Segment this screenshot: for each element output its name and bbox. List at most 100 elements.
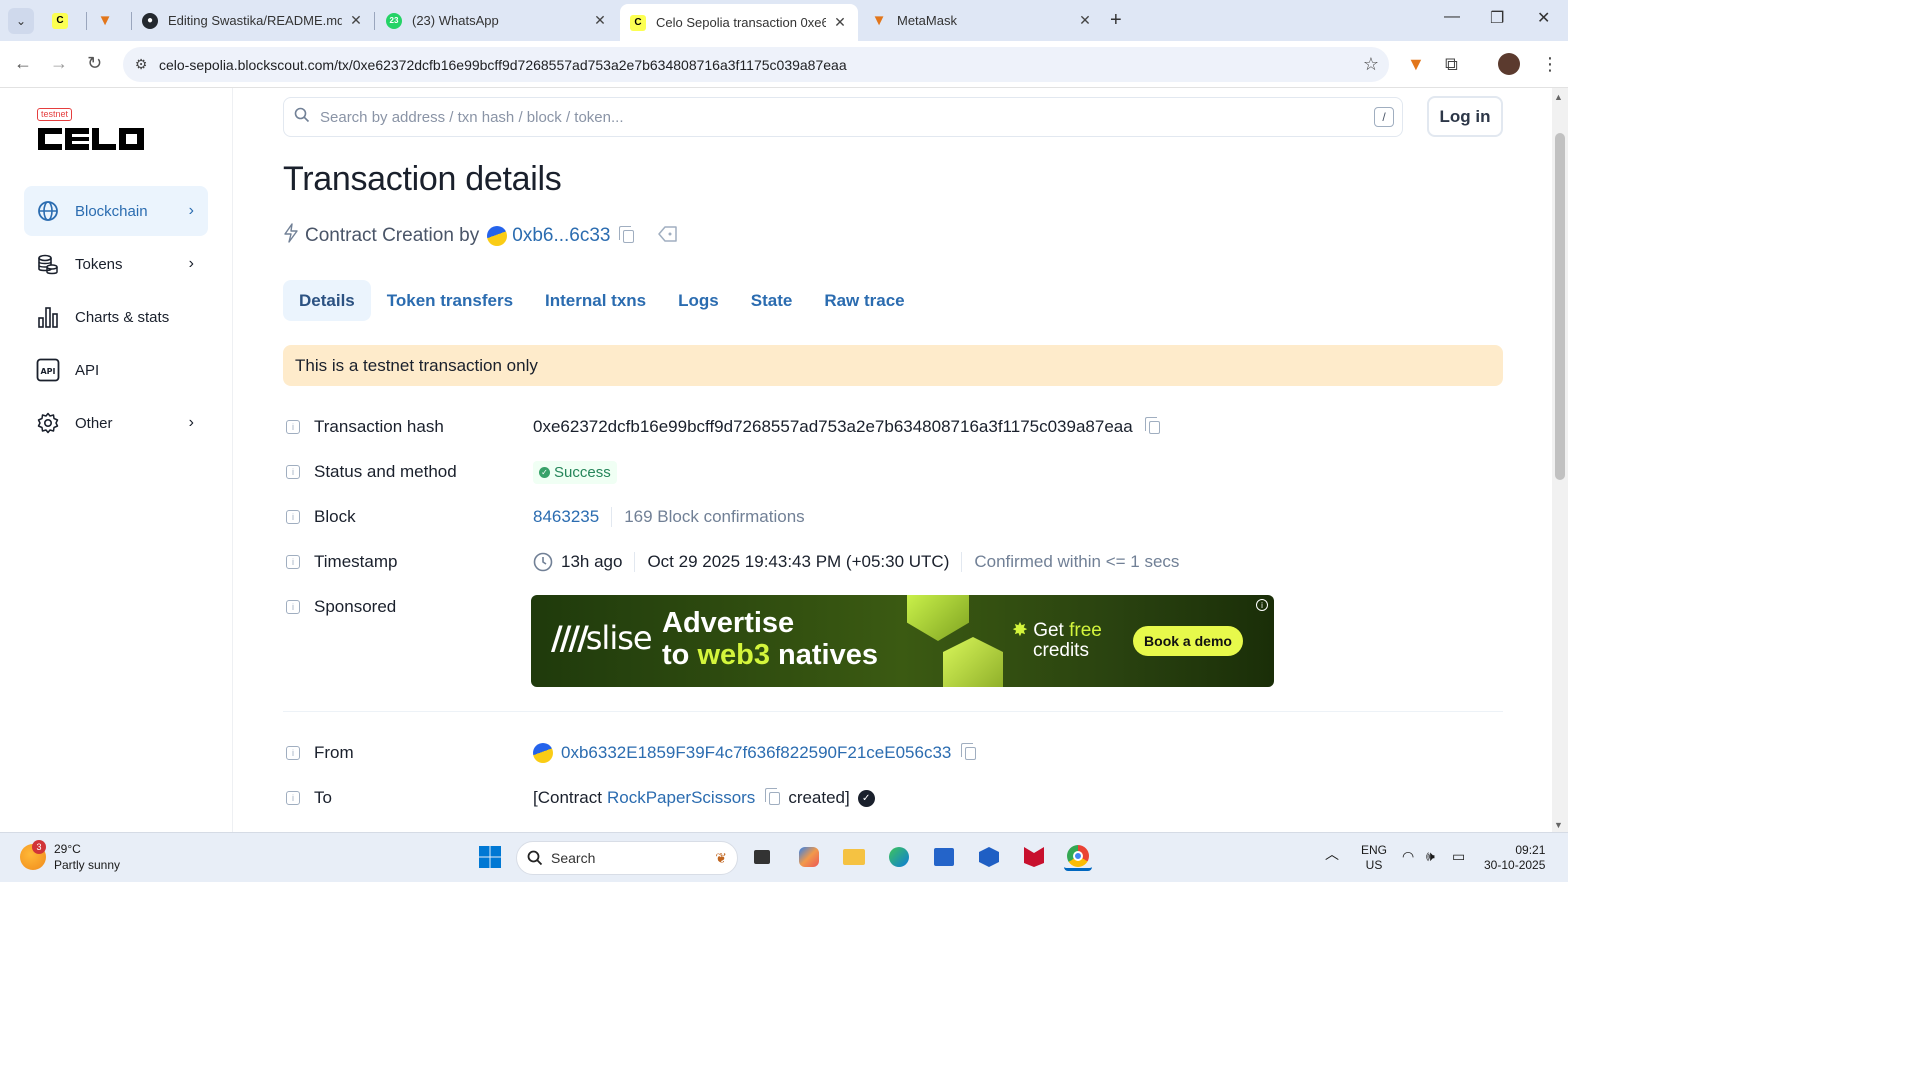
info-icon[interactable]: i bbox=[286, 746, 300, 760]
notification-badge: 3 bbox=[32, 840, 46, 854]
windows-taskbar: 3 29°C Partly sunny Search ❦ ︿ ENG US ◠ … bbox=[0, 832, 1568, 882]
tab-raw-trace[interactable]: Raw trace bbox=[808, 280, 920, 321]
weather-widget[interactable]: 3 29°C Partly sunny bbox=[20, 840, 120, 873]
detail-row-timestamp: i Timestamp 13h ago Oct 29 2025 19:43:43… bbox=[283, 547, 1503, 577]
file-explorer-icon[interactable] bbox=[840, 843, 868, 871]
new-tab-button[interactable]: + bbox=[1110, 9, 1122, 32]
tab-metamask[interactable]: ▼ MetaMask ✕ bbox=[871, 6, 1093, 35]
show-hidden-icons[interactable]: ︿ bbox=[1325, 847, 1339, 862]
sidebar-item-charts-stats[interactable]: Charts & stats bbox=[24, 292, 208, 342]
close-icon[interactable]: ✕ bbox=[592, 12, 608, 29]
scroll-down-arrow[interactable]: ▼ bbox=[1554, 820, 1563, 830]
info-icon[interactable]: i bbox=[286, 600, 300, 614]
store-icon[interactable] bbox=[930, 843, 958, 871]
chevron-right-icon: › bbox=[188, 414, 194, 431]
restore-button[interactable]: ❐ bbox=[1490, 8, 1504, 28]
tab-whatsapp[interactable]: 23 (23) WhatsApp ✕ bbox=[386, 6, 608, 35]
copy-icon[interactable] bbox=[765, 787, 781, 805]
sidebar-item-tokens[interactable]: Tokens › bbox=[24, 239, 208, 289]
copy-icon[interactable] bbox=[618, 225, 634, 243]
block-number-link[interactable]: 8463235 bbox=[533, 507, 599, 527]
volume-icon[interactable]: 🕪 bbox=[1426, 849, 1435, 864]
battery-icon[interactable]: ▭ bbox=[1452, 849, 1465, 864]
close-icon[interactable]: ✕ bbox=[832, 14, 848, 31]
site-settings-icon[interactable]: ⚙ bbox=[123, 56, 159, 73]
vpn-icon[interactable] bbox=[975, 843, 1003, 871]
sidebar: testnet Blockchain › Tokens › Charts & s… bbox=[0, 88, 233, 832]
close-icon[interactable]: ✕ bbox=[348, 12, 364, 29]
language-indicator[interactable]: ENG US bbox=[1361, 843, 1387, 873]
from-address-link[interactable]: 0xb6332E1859F39F4c7f636f822590F21ceE056c… bbox=[561, 743, 951, 763]
tab-search-dropdown[interactable]: ⌄ bbox=[8, 8, 34, 34]
sidebar-item-api[interactable]: API API bbox=[24, 345, 208, 395]
metamask-extension-icon[interactable]: ▼ bbox=[1407, 54, 1425, 75]
sponsored-ad-banner[interactable]: ////slise Advertise to web3 natives ✸ Ge… bbox=[531, 595, 1274, 687]
back-button[interactable]: ← bbox=[14, 53, 32, 74]
search-input[interactable] bbox=[320, 108, 1374, 126]
tx-subtitle: Contract Creation by 0xb6...6c33 bbox=[283, 222, 678, 250]
detail-value: ✓ Success bbox=[533, 460, 617, 484]
address-bar[interactable]: ⚙ celo-sepolia.blockscout.com/tx/0xe6237… bbox=[123, 47, 1389, 82]
reload-button[interactable]: ↻ bbox=[87, 53, 102, 74]
creator-address-link[interactable]: 0xb6...6c33 bbox=[512, 225, 610, 247]
wifi-icon[interactable]: ◠ bbox=[1402, 849, 1414, 864]
forward-button[interactable]: → bbox=[50, 53, 68, 74]
svg-text:API: API bbox=[40, 367, 55, 376]
copilot-icon[interactable] bbox=[795, 843, 823, 871]
info-icon[interactable]: i bbox=[286, 791, 300, 805]
ad-info-icon[interactable]: i bbox=[1256, 599, 1268, 611]
close-icon[interactable]: ✕ bbox=[1077, 12, 1093, 29]
windows-start-icon[interactable] bbox=[476, 843, 504, 871]
detail-row-to: i To [Contract RockPaperScissors created… bbox=[283, 783, 1503, 813]
tab-celo-pinned[interactable]: C bbox=[52, 6, 74, 35]
tab-details[interactable]: Details bbox=[283, 280, 371, 321]
sidebar-item-blockchain[interactable]: Blockchain › bbox=[24, 186, 208, 236]
extensions-icon[interactable]: ⧉ bbox=[1445, 54, 1458, 75]
scrollbar-thumb[interactable] bbox=[1555, 133, 1565, 480]
edge-icon[interactable] bbox=[885, 843, 913, 871]
info-icon[interactable]: i bbox=[286, 465, 300, 479]
search-bar[interactable]: / bbox=[283, 97, 1403, 137]
section-divider bbox=[283, 711, 1503, 712]
tab-state[interactable]: State bbox=[735, 280, 809, 321]
chrome-menu-icon[interactable]: ⋮ bbox=[1541, 54, 1559, 75]
taskbar-search[interactable]: Search ❦ bbox=[516, 841, 738, 875]
profile-avatar[interactable] bbox=[1498, 53, 1520, 75]
detail-label: To bbox=[314, 788, 332, 807]
info-icon[interactable]: i bbox=[286, 510, 300, 524]
to-prefix: [Contract bbox=[533, 788, 602, 807]
close-window-button[interactable]: ✕ bbox=[1537, 8, 1550, 28]
block-confirmations: 169 Block confirmations bbox=[624, 507, 805, 526]
tab-github[interactable]: ● Editing Swastika/README.md at ✕ bbox=[142, 6, 364, 35]
book-demo-button[interactable]: Book a demo bbox=[1133, 626, 1243, 656]
mcafee-icon[interactable] bbox=[1020, 843, 1048, 871]
detail-label: Transaction hash bbox=[314, 417, 444, 436]
copy-icon[interactable] bbox=[961, 742, 977, 760]
tab-metamask-pinned[interactable]: ▼ bbox=[97, 6, 119, 35]
celo-icon: C bbox=[52, 12, 68, 29]
tab-token-transfers[interactable]: Token transfers bbox=[371, 280, 529, 321]
info-icon[interactable]: i bbox=[286, 555, 300, 569]
login-button[interactable]: Log in bbox=[1427, 96, 1503, 137]
chrome-taskbar-icon[interactable] bbox=[1064, 843, 1092, 871]
sidebar-item-label: Charts & stats bbox=[75, 308, 170, 326]
tab-logs[interactable]: Logs bbox=[662, 280, 735, 321]
url-text[interactable]: celo-sepolia.blockscout.com/tx/0xe62372d… bbox=[159, 57, 1353, 73]
tab-internal-txns[interactable]: Internal txns bbox=[529, 280, 662, 321]
search-shortcut-hint: / bbox=[1374, 107, 1394, 127]
tab-celo-transaction[interactable]: C Celo Sepolia transaction 0xe62 ✕ bbox=[620, 4, 858, 41]
bookmark-star-icon[interactable]: ☆ bbox=[1353, 54, 1389, 75]
bar-chart-icon bbox=[36, 305, 60, 329]
celo-logo[interactable] bbox=[36, 122, 146, 162]
info-icon[interactable]: i bbox=[286, 420, 300, 434]
sidebar-item-other[interactable]: Other › bbox=[24, 398, 208, 448]
clock[interactable]: 09:21 30-10-2025 bbox=[1484, 843, 1545, 873]
timestamp-ago: 13h ago bbox=[561, 552, 623, 571]
tag-icon[interactable] bbox=[657, 225, 678, 248]
scroll-up-arrow[interactable]: ▲ bbox=[1554, 92, 1563, 102]
minimize-button[interactable]: — bbox=[1444, 8, 1460, 26]
divider bbox=[634, 552, 636, 572]
copy-icon[interactable] bbox=[1144, 416, 1160, 434]
contract-link[interactable]: RockPaperScissors bbox=[607, 788, 755, 808]
task-view-icon[interactable] bbox=[748, 843, 776, 871]
